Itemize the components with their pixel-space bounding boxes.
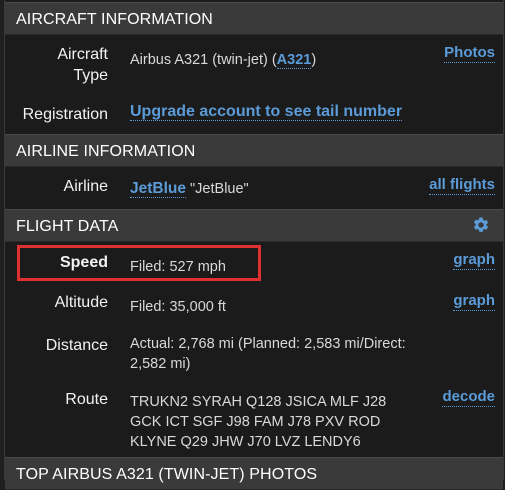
aircraft-type-label-line2: Type — [73, 67, 108, 84]
aircraft-type-label: Aircraft Type — [57, 44, 108, 86]
route-decode-link[interactable]: decode — [442, 388, 495, 407]
airline-jetblue-link[interactable]: JetBlue — [130, 180, 186, 198]
route-label: Route — [65, 391, 108, 408]
speed-label: Speed — [59, 254, 108, 271]
distance-label: Distance — [45, 337, 108, 354]
route-line-3: KLYNE Q29 JHW J70 LVZ LENDY6 — [130, 434, 361, 450]
gear-icon[interactable] — [472, 216, 490, 234]
altitude-label: Altitude — [54, 294, 108, 311]
flight-data-header[interactable]: FLIGHT DATA — [5, 209, 503, 242]
aircraft-type-text: Airbus A321 (twin-jet) ( — [130, 52, 277, 68]
aircraft-type-value: Airbus A321 (twin-jet) (A321) — [130, 50, 316, 70]
top-photos-header[interactable]: TOP AIRBUS A321 (TWIN-JET) PHOTOS — [5, 457, 503, 490]
registration-label: Registration — [22, 106, 108, 123]
altitude-graph-link[interactable]: graph — [453, 292, 495, 311]
airline-value: JetBlue "JetBlue" — [130, 179, 249, 199]
route-line-2: GCK ICT SGF J98 FAM J78 PXV ROD — [130, 414, 381, 430]
airline-information-header[interactable]: AIRLINE INFORMATION — [5, 134, 503, 167]
photos-link[interactable]: Photos — [444, 44, 495, 63]
altitude-value: Filed: 35,000 ft — [130, 299, 226, 315]
route-value: TRUKN2 SYRAH Q128 JSICA MLF J28 GCK ICT … — [130, 392, 386, 452]
distance-value-line1: Actual: 2,768 mi (Planned: 2,583 mi/Dire… — [130, 336, 406, 352]
distance-value-line2: 2,582 mi) — [130, 356, 191, 372]
registration-value: Upgrade account to see tail number — [130, 102, 403, 122]
aircraft-type-code-link[interactable]: A321 — [276, 52, 312, 69]
route-line-1: TRUKN2 SYRAH Q128 JSICA MLF J28 — [130, 394, 387, 410]
flight-details-panel: AIRCRAFT INFORMATION Aircraft Type Airbu… — [4, 0, 504, 490]
aircraft-type-text-end: ) — [311, 52, 317, 68]
airline-name-text: "JetBlue" — [190, 181, 249, 197]
airline-label: Airline — [63, 178, 108, 195]
distance-value: Actual: 2,768 mi (Planned: 2,583 mi/Dire… — [130, 334, 406, 374]
aircraft-information-header[interactable]: AIRCRAFT INFORMATION — [5, 2, 503, 35]
speed-value: Filed: 527 mph — [130, 259, 226, 275]
speed-graph-link[interactable]: graph — [453, 251, 495, 270]
aircraft-type-label-line1: Aircraft — [57, 46, 108, 63]
all-flights-link[interactable]: all flights — [429, 176, 495, 195]
upgrade-account-link[interactable]: Upgrade account to see tail number — [130, 103, 403, 121]
